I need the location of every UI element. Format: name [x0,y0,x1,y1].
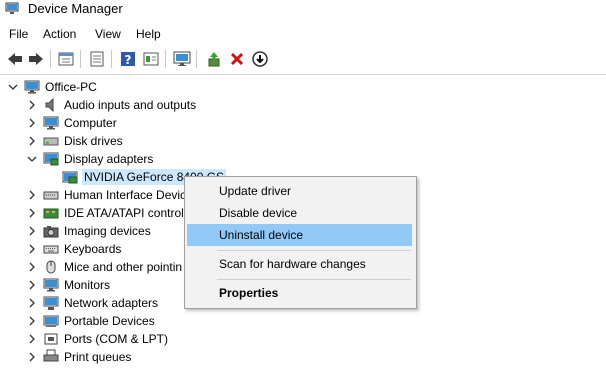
display-adapter-icon [43,151,59,167]
tree-item-label: Network adapters [64,296,159,310]
chevron-right-icon[interactable] [27,261,37,273]
menu-item-scan-hardware[interactable]: Scan for hardware changes [187,253,412,275]
tree-item[interactable]: Disk drives [0,132,606,150]
context-menu: Update driver Disable device Uninstall d… [184,176,417,309]
toolbar-separator [50,50,51,68]
tree-item-label: Computer [64,116,117,130]
add-driver-icon[interactable] [205,50,223,68]
menu-view[interactable]: View [95,27,121,42]
menu-item-disable-device[interactable]: Disable device [187,202,412,224]
download-icon[interactable] [251,50,269,68]
chevron-right-icon[interactable] [27,225,37,237]
computer-icon [43,115,59,131]
menu-item-label: Disable device [219,206,298,220]
tree-item-label: Portable Devices [64,314,155,328]
menu-bar: File Action View Help [0,24,606,44]
chevron-right-icon[interactable] [27,189,37,201]
tree-item-label: Ports (COM & LPT) [64,332,169,346]
portable-device-icon [43,313,59,329]
menu-item-label: Update driver [219,184,292,198]
menu-help[interactable]: Help [136,27,161,42]
menu-separator [217,279,411,280]
network-adapter-icon [43,295,59,311]
printer-icon [43,349,59,365]
tree-item-label: Display adapters [64,152,154,166]
svg-text:?: ? [125,53,132,67]
tree-item-label: Mice and other pointin [64,260,183,274]
tree-item-label: Print queues [64,350,132,364]
graphics-card-icon [62,169,78,185]
chevron-right-icon[interactable] [27,117,37,129]
title-bar: Device Manager [0,0,606,20]
camera-icon [43,223,59,239]
toolbar: ? [0,45,606,75]
disk-drive-icon [43,133,59,149]
chevron-right-icon[interactable] [27,99,37,111]
chevron-right-icon[interactable] [27,333,37,345]
toolbar-separator [196,50,197,68]
tree-root[interactable]: Office-PC [0,78,606,96]
back-icon[interactable] [6,50,24,68]
chevron-right-icon[interactable] [27,135,37,147]
monitor-icon[interactable] [173,50,191,68]
tree-item[interactable]: Display adapters [0,150,606,168]
tree-item-label: Monitors [64,278,111,292]
chevron-right-icon[interactable] [27,297,37,309]
tree-item-label: Keyboards [64,242,122,256]
tree-item-label: IDE ATA/ATAPI control [64,206,184,220]
tree-item-label: Audio inputs and outputs [64,98,197,112]
window-title: Device Manager [28,1,123,16]
tree-item[interactable]: Ports (COM & LPT) [0,330,606,348]
tree-item-label: Imaging devices [64,224,151,238]
tree-item[interactable]: Audio inputs and outputs [0,96,606,114]
delete-icon[interactable] [228,50,246,68]
chevron-right-icon[interactable] [27,279,37,291]
keyboard-hid-icon [43,187,59,203]
tree-item[interactable]: Portable Devices [0,312,606,330]
toolbar-separator [80,50,81,68]
ide-controller-icon [43,205,59,221]
menu-action[interactable]: Action [43,27,76,42]
forward-icon[interactable] [27,50,45,68]
tree-item-label: Human Interface Devic [64,188,187,202]
menu-item-properties[interactable]: Properties [187,282,412,304]
tree-item[interactable]: Computer [0,114,606,132]
menu-item-label: Scan for hardware changes [219,257,366,271]
toolbar-separator [111,50,112,68]
chevron-down-icon[interactable] [27,153,37,165]
list-icon[interactable] [88,50,106,68]
menu-item-update-driver[interactable]: Update driver [187,180,412,202]
toolbar-separator [165,50,166,68]
computer-icon [24,79,40,95]
chevron-right-icon[interactable] [27,207,37,219]
speaker-icon [43,97,59,113]
keyboard-icon [43,241,59,257]
menu-item-uninstall-device[interactable]: Uninstall device [187,224,412,246]
view-icon[interactable] [142,50,160,68]
tree-root-label: Office-PC [45,80,97,94]
port-icon [43,331,59,347]
device-manager-icon [5,2,20,15]
chevron-right-icon[interactable] [27,351,37,363]
menu-item-label: Uninstall device [219,228,304,242]
menu-item-label: Properties [219,286,279,300]
menu-separator [217,250,411,251]
menu-file[interactable]: File [9,27,28,42]
chevron-down-icon[interactable] [8,81,18,93]
chevron-right-icon[interactable] [27,315,37,327]
monitor-icon [43,277,59,293]
properties-icon[interactable] [57,50,75,68]
tree-item-label: Disk drives [64,134,123,148]
help-icon[interactable]: ? [119,50,137,68]
chevron-right-icon[interactable] [27,243,37,255]
tree-item[interactable]: Print queues [0,348,606,366]
mouse-icon [43,259,59,275]
